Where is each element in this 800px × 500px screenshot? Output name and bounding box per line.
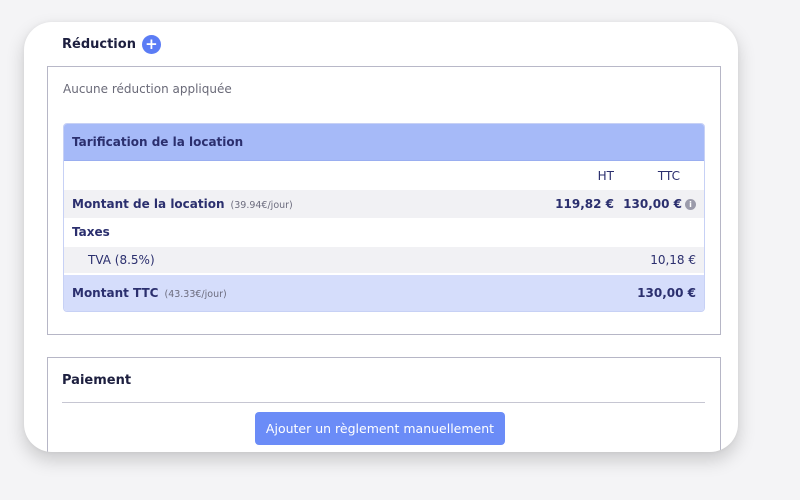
vat-label: TVA (8.5%) bbox=[88, 253, 155, 267]
column-header-ttc: TTC bbox=[657, 169, 680, 183]
total-ttc-row: Montant TTC (43.33€/jour) 130,00 € bbox=[64, 275, 704, 311]
total-daily-rate: (43.33€/jour) bbox=[164, 289, 227, 300]
rental-amount-row: Montant de la location (39.94€/jour) 119,… bbox=[64, 190, 704, 218]
vat-row: TVA (8.5%) 10,18 € bbox=[64, 247, 704, 273]
taxes-label: Taxes bbox=[72, 225, 110, 239]
daily-rate: (39.94€/jour) bbox=[230, 200, 293, 211]
taxes-row: Taxes bbox=[64, 219, 704, 245]
total-ttc-value: 130,00 € bbox=[637, 286, 696, 300]
no-reduction-text: Aucune réduction appliquée bbox=[63, 82, 232, 96]
rental-amount-ht: 119,82 € bbox=[555, 197, 614, 211]
payment-divider bbox=[62, 402, 705, 403]
vat-ttc: 10,18 € bbox=[650, 253, 696, 267]
pricing-header-row: HT TTC bbox=[64, 164, 704, 188]
add-reduction-button[interactable]: + bbox=[141, 35, 161, 54]
payment-title: Paiement bbox=[62, 373, 132, 388]
column-header-ht: HT bbox=[597, 169, 614, 183]
rental-summary-card: Réduction + Aucune réduction appliquée T… bbox=[24, 22, 738, 452]
rental-amount-text: Montant de la location bbox=[72, 197, 225, 211]
info-icon[interactable]: i bbox=[685, 198, 696, 210]
rental-amount-ttc: 130,00 € bbox=[623, 197, 682, 211]
pricing-table: Tarification de la location HT TTC Monta… bbox=[63, 123, 705, 312]
pricing-table-title: Tarification de la location bbox=[64, 124, 704, 161]
payment-section: Paiement Ajouter un règlement manuelleme… bbox=[47, 357, 721, 452]
reduction-header: Réduction + bbox=[62, 35, 161, 54]
plus-icon: + bbox=[145, 35, 158, 53]
reduction-section: Aucune réduction appliquée Tarification … bbox=[47, 66, 721, 335]
add-manual-payment-button[interactable]: Ajouter un règlement manuellement bbox=[255, 412, 505, 445]
rental-amount-label: Montant de la location (39.94€/jour) bbox=[72, 197, 293, 211]
total-ttc-label: Montant TTC (43.33€/jour) bbox=[72, 286, 227, 300]
total-ttc-text: Montant TTC bbox=[72, 286, 159, 300]
reduction-title: Réduction bbox=[62, 37, 136, 52]
